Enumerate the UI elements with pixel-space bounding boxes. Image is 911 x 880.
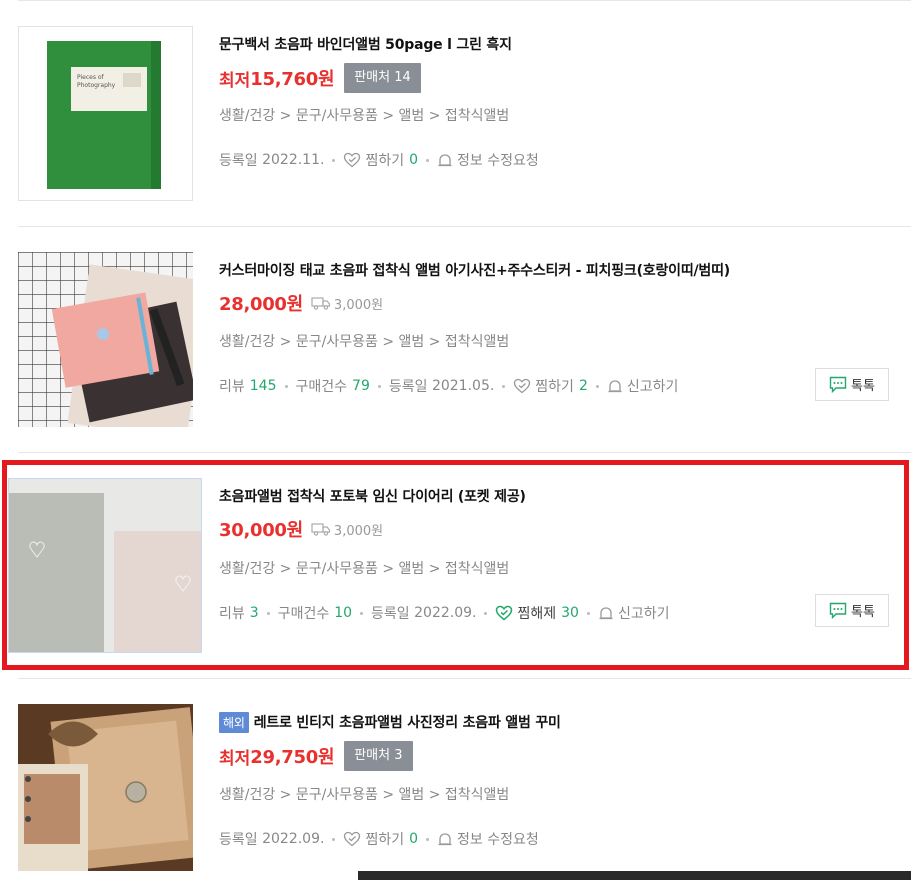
wish-count: 0: [409, 831, 418, 847]
seller-count-button[interactable]: 판매처 3: [344, 741, 413, 771]
dot-separator: [595, 384, 599, 388]
seller-count-button[interactable]: 판매처 14: [344, 63, 421, 93]
purchase-label: 구매건수: [295, 379, 348, 395]
truck-icon: [311, 297, 331, 310]
shipping-fee: 3,000원: [311, 294, 383, 313]
dot-separator: [502, 384, 506, 388]
report-link[interactable]: 정보 수정요청: [457, 829, 539, 849]
review-count[interactable]: 145: [250, 378, 277, 394]
bottom-bar: [358, 871, 911, 880]
category-path[interactable]: 생활/건강 > 문구/사무용품 > 앨범 > 접착식앨범: [219, 105, 509, 125]
heart-icon[interactable]: [343, 152, 361, 168]
bell-icon[interactable]: [607, 378, 623, 394]
price-row: 최저 15,760원 판매처 14: [219, 62, 421, 94]
purchase-count: 79: [352, 378, 370, 394]
overseas-badge: 해외: [219, 712, 249, 733]
dot-separator: [284, 384, 288, 388]
report-link[interactable]: 정보 수정요청: [457, 150, 539, 170]
review-label[interactable]: 리뷰: [219, 376, 245, 396]
reg-label: 등록일: [388, 379, 428, 395]
divider: [18, 0, 911, 1]
price-row: 28,000원 3,000원: [219, 287, 383, 319]
wish-label[interactable]: 찜하기: [365, 150, 404, 170]
bell-icon[interactable]: [437, 152, 453, 168]
product-title-text[interactable]: 레트로 빈티지 초음파앨범 사진정리 초음파 앨범 꾸미: [254, 715, 561, 731]
meta-row: 리뷰 145 구매건수 79 등록일 2021.05. 찜하기 2 신고하기: [219, 376, 678, 396]
reg-date: 2022.09.: [262, 831, 325, 847]
product-thumbnail[interactable]: [18, 252, 193, 427]
divider: [18, 226, 911, 227]
reg-date: 2022.11.: [262, 152, 325, 168]
meta-row: 등록일 2022.09. 찜하기 0 정보 수정요청: [219, 829, 539, 849]
wish-label[interactable]: 찜하기: [365, 829, 404, 849]
highlight-box: [2, 460, 909, 670]
shipping-fee-value: 3,000원: [333, 297, 384, 313]
wish-label[interactable]: 찜하기: [535, 376, 574, 396]
meta-row: 등록일 2022.11. 찜하기 0 정보 수정요청: [219, 150, 539, 170]
price[interactable]: 29,750원: [250, 743, 334, 769]
price-row: 최저 29,750원 판매처 3: [219, 740, 413, 772]
product-thumbnail[interactable]: Pieces of Photography: [18, 26, 193, 201]
thumb-text: Photography: [77, 82, 116, 89]
chat-icon: [829, 376, 847, 393]
bell-icon[interactable]: [437, 831, 453, 847]
divider: [18, 678, 911, 679]
talktalk-button[interactable]: 톡톡: [815, 368, 889, 401]
reg-label: 등록일: [219, 153, 258, 169]
dot-separator: [332, 158, 336, 162]
wish-count: 2: [578, 378, 588, 394]
product-title[interactable]: 해외 레트로 빈티지 초음파앨범 사진정리 초음파 앨범 꾸미: [219, 712, 561, 733]
thumb-text: Pieces of: [77, 74, 105, 81]
product-title[interactable]: 문구백서 초음파 바인더앨범 50page l 그린 흑지: [219, 34, 512, 54]
reg-label: 등록일: [219, 832, 258, 848]
dot-separator: [377, 384, 381, 388]
heart-icon[interactable]: [343, 831, 361, 847]
reg-date: 2021.05.: [431, 378, 495, 394]
price[interactable]: 28,000원: [219, 290, 303, 316]
price[interactable]: 15,760원: [250, 65, 334, 91]
category-path[interactable]: 생활/건강 > 문구/사무용품 > 앨범 > 접착식앨범: [219, 331, 509, 351]
category-path[interactable]: 생활/건강 > 문구/사무용품 > 앨범 > 접착식앨범: [219, 784, 509, 804]
heart-icon[interactable]: [513, 378, 531, 394]
talktalk-label: 톡톡: [851, 379, 875, 394]
product-title[interactable]: 커스터마이징 태교 초음파 접착식 앨범 아기사진+주수스티커 - 피치핑크(호…: [219, 260, 730, 280]
price-label: 최저: [219, 70, 251, 91]
dot-separator: [332, 837, 336, 841]
dot-separator: [426, 837, 429, 841]
wish-count: 0: [409, 152, 418, 168]
report-link[interactable]: 신고하기: [627, 376, 679, 396]
dot-separator: [426, 158, 429, 162]
price-label: 최저: [219, 748, 251, 769]
product-thumbnail[interactable]: [18, 704, 193, 871]
divider: [18, 452, 911, 453]
